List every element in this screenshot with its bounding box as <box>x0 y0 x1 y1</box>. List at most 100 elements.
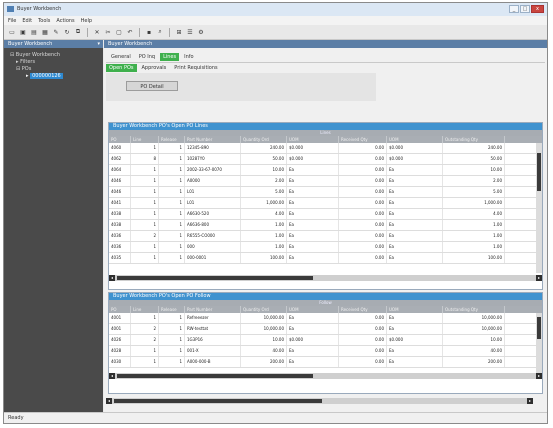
col-header[interactable]: Quantity Ord <box>241 306 287 313</box>
new-icon[interactable]: ▭ <box>8 28 16 36</box>
table-row[interactable]: 4030 1 1 A000-000-B 200.00 Ea 0.00 Ea 200.00 <box>109 357 542 368</box>
tab-approvals[interactable]: Approvals <box>139 64 170 72</box>
tree-node-filters[interactable]: ▸ Filters <box>4 59 103 66</box>
scroll-left-icon[interactable]: ◂ <box>106 398 112 404</box>
scroll-thumb[interactable] <box>537 317 541 339</box>
scroll-thumb[interactable] <box>114 399 322 403</box>
table-cell: 4001 <box>109 324 131 334</box>
table-cell: 1 <box>159 209 185 219</box>
col-header[interactable]: UOM <box>387 306 443 313</box>
table-row[interactable]: 4026 2 1 1G3P16 10.00 $0.000 0.00 $0.000 10.00 <box>109 335 542 346</box>
delete-icon[interactable]: ✕ <box>93 28 101 36</box>
table-row[interactable]: 4062 8 1 10287Y0 50.00 $0.000 0.00 $0.000 50.00 <box>109 154 542 165</box>
table-row[interactable]: 4001 2 1 RW-testtat 10,000.00 Ea 0.00 Ea 10,000.… <box>109 324 542 335</box>
col-header[interactable]: Line <box>131 136 159 143</box>
horizontal-scrollbar[interactable]: ◂ ▸ <box>109 275 542 281</box>
col-header[interactable]: Quantity Ord <box>241 136 287 143</box>
paste-icon[interactable]: ▢ <box>115 28 123 36</box>
vertical-scrollbar[interactable] <box>536 313 542 373</box>
vertical-scrollbar[interactable] <box>536 143 542 273</box>
scroll-thumb[interactable] <box>117 276 313 280</box>
table-cell: Ea <box>287 187 339 197</box>
table-cell: 2.00 <box>443 176 505 186</box>
tab-print-requisitions[interactable]: Print Requisitions <box>171 64 220 72</box>
tab-lines[interactable]: Lines <box>160 53 180 61</box>
search-icon[interactable]: ⌕ <box>156 28 164 36</box>
table-row[interactable]: 4036 1 1 000 1.00 Ea 0.00 Ea 1.00 <box>109 242 542 253</box>
col-header[interactable]: UOM <box>287 306 339 313</box>
table-cell: Ea <box>287 242 339 252</box>
menu-file[interactable]: File <box>8 18 16 24</box>
col-header[interactable]: Received Qty <box>339 136 387 143</box>
table-row[interactable]: 4038 1 1 A6630-520 4.00 Ea 0.00 Ea 4.00 <box>109 209 542 220</box>
scroll-left-icon[interactable]: ◂ <box>109 275 115 281</box>
tree-node-pos[interactable]: ⊟ POs <box>4 66 103 73</box>
table-row[interactable]: 4001 1 1 Refreeezer 10,000.00 Ea 0.00 Ea 10,000.… <box>109 313 542 324</box>
maximize-button[interactable]: □ <box>520 5 530 13</box>
col-header[interactable]: PO <box>109 136 131 143</box>
table-row[interactable]: 4060 1 1 12345-890 240.00 $0.000 0.00 $0.000 240… <box>109 143 542 154</box>
table-cell: 4030 <box>109 357 131 367</box>
cut-icon[interactable]: ✂ <box>104 28 112 36</box>
list-icon[interactable]: ☰ <box>186 28 194 36</box>
table-row[interactable]: 4064 1 1 2002-33-67-0070 10.00 Ea 0.00 Ea 10.00 <box>109 165 542 176</box>
table-row[interactable]: 4046 1 1 A0000 2.00 Ea 0.00 Ea 2.00 <box>109 176 542 187</box>
table-cell: 0.00 <box>339 313 387 323</box>
table-row[interactable]: 4038 1 1 A6636-800 1.00 Ea 0.00 Ea 1.00 <box>109 220 542 231</box>
copy-icon[interactable]: ⧉ <box>74 28 82 36</box>
close-button[interactable]: x <box>531 5 544 13</box>
settings-icon[interactable]: ⚙ <box>197 28 205 36</box>
col-header[interactable]: Release <box>159 136 185 143</box>
grid-icon[interactable]: ⊞ <box>175 28 183 36</box>
table-cell: Ea <box>287 231 339 241</box>
scroll-right-icon[interactable]: ▸ <box>536 275 542 281</box>
tree-node-label: Filters <box>20 59 36 65</box>
tab-general[interactable]: General <box>108 53 134 61</box>
col-header[interactable]: Part Number <box>185 306 241 313</box>
table-row[interactable]: 4041 1 1 L01 1,000.00 Ea 0.00 Ea 1,000.00 <box>109 198 542 209</box>
horizontal-scrollbar[interactable]: ◂ ▸ <box>109 373 542 379</box>
col-header[interactable]: UOM <box>287 136 339 143</box>
scroll-right-icon[interactable]: ▸ <box>527 398 533 404</box>
lock-icon[interactable]: ▪ <box>145 28 153 36</box>
save-all-icon[interactable]: ▤ <box>30 28 38 36</box>
table-row[interactable]: 4036 2 1 R6555-CO000 1.00 Ea 0.00 Ea 1.00 <box>109 231 542 242</box>
print-icon[interactable]: ▦ <box>41 28 49 36</box>
table-row[interactable]: 4046 1 1 L01 5.00 Ea 0.00 Ea 5.00 <box>109 187 542 198</box>
undo-icon[interactable]: ↶ <box>126 28 134 36</box>
menu-tools[interactable]: Tools <box>38 18 50 24</box>
panel-horizontal-scrollbar[interactable]: ◂ ▸ <box>106 398 533 404</box>
tree-node-selected[interactable]: ▸ 000000126 <box>4 73 103 80</box>
table-cell: 12345-890 <box>185 143 241 153</box>
pin-icon[interactable]: ▾ <box>97 40 100 48</box>
tree-node-root[interactable]: ⊟ Buyer Workbench <box>4 52 103 59</box>
col-header[interactable]: Part Number <box>185 136 241 143</box>
scroll-left-icon[interactable]: ◂ <box>109 373 115 379</box>
minimize-button[interactable]: _ <box>509 5 519 13</box>
col-header[interactable]: UOM <box>387 136 443 143</box>
menu-actions[interactable]: Actions <box>56 18 74 24</box>
tab-po-inq[interactable]: PO Inq <box>136 53 158 61</box>
scroll-right-icon[interactable]: ▸ <box>536 373 542 379</box>
save-icon[interactable]: ▣ <box>19 28 27 36</box>
col-header[interactable]: Outstanding Qty <box>443 136 505 143</box>
menu-help[interactable]: Help <box>81 18 92 24</box>
col-header[interactable]: Release <box>159 306 185 313</box>
tab-info[interactable]: Info <box>181 53 196 61</box>
po-detail-button[interactable]: PO Detail <box>126 81 178 91</box>
menu-edit[interactable]: Edit <box>22 18 32 24</box>
col-header[interactable]: Line <box>131 306 159 313</box>
edit-icon[interactable]: ✎ <box>52 28 60 36</box>
table-row[interactable]: 4028 1 1 001-X 40.00 Ea 0.00 Ea 40.00 <box>109 346 542 357</box>
tab-open-pos[interactable]: Open POs <box>106 64 137 72</box>
col-header[interactable]: Received Qty <box>339 306 387 313</box>
col-header[interactable]: Outstanding Qty <box>443 306 505 313</box>
table-cell: 0.00 <box>339 176 387 186</box>
refresh-icon[interactable]: ↻ <box>63 28 71 36</box>
col-header[interactable]: PO <box>109 306 131 313</box>
table-cell: 1.00 <box>443 242 505 252</box>
table-row[interactable]: 4035 1 1 000-0001 100.00 Ea 0.00 Ea 100.00 <box>109 253 542 264</box>
scroll-thumb[interactable] <box>117 374 313 378</box>
table-cell: Ea <box>387 357 443 367</box>
scroll-thumb[interactable] <box>537 153 541 191</box>
